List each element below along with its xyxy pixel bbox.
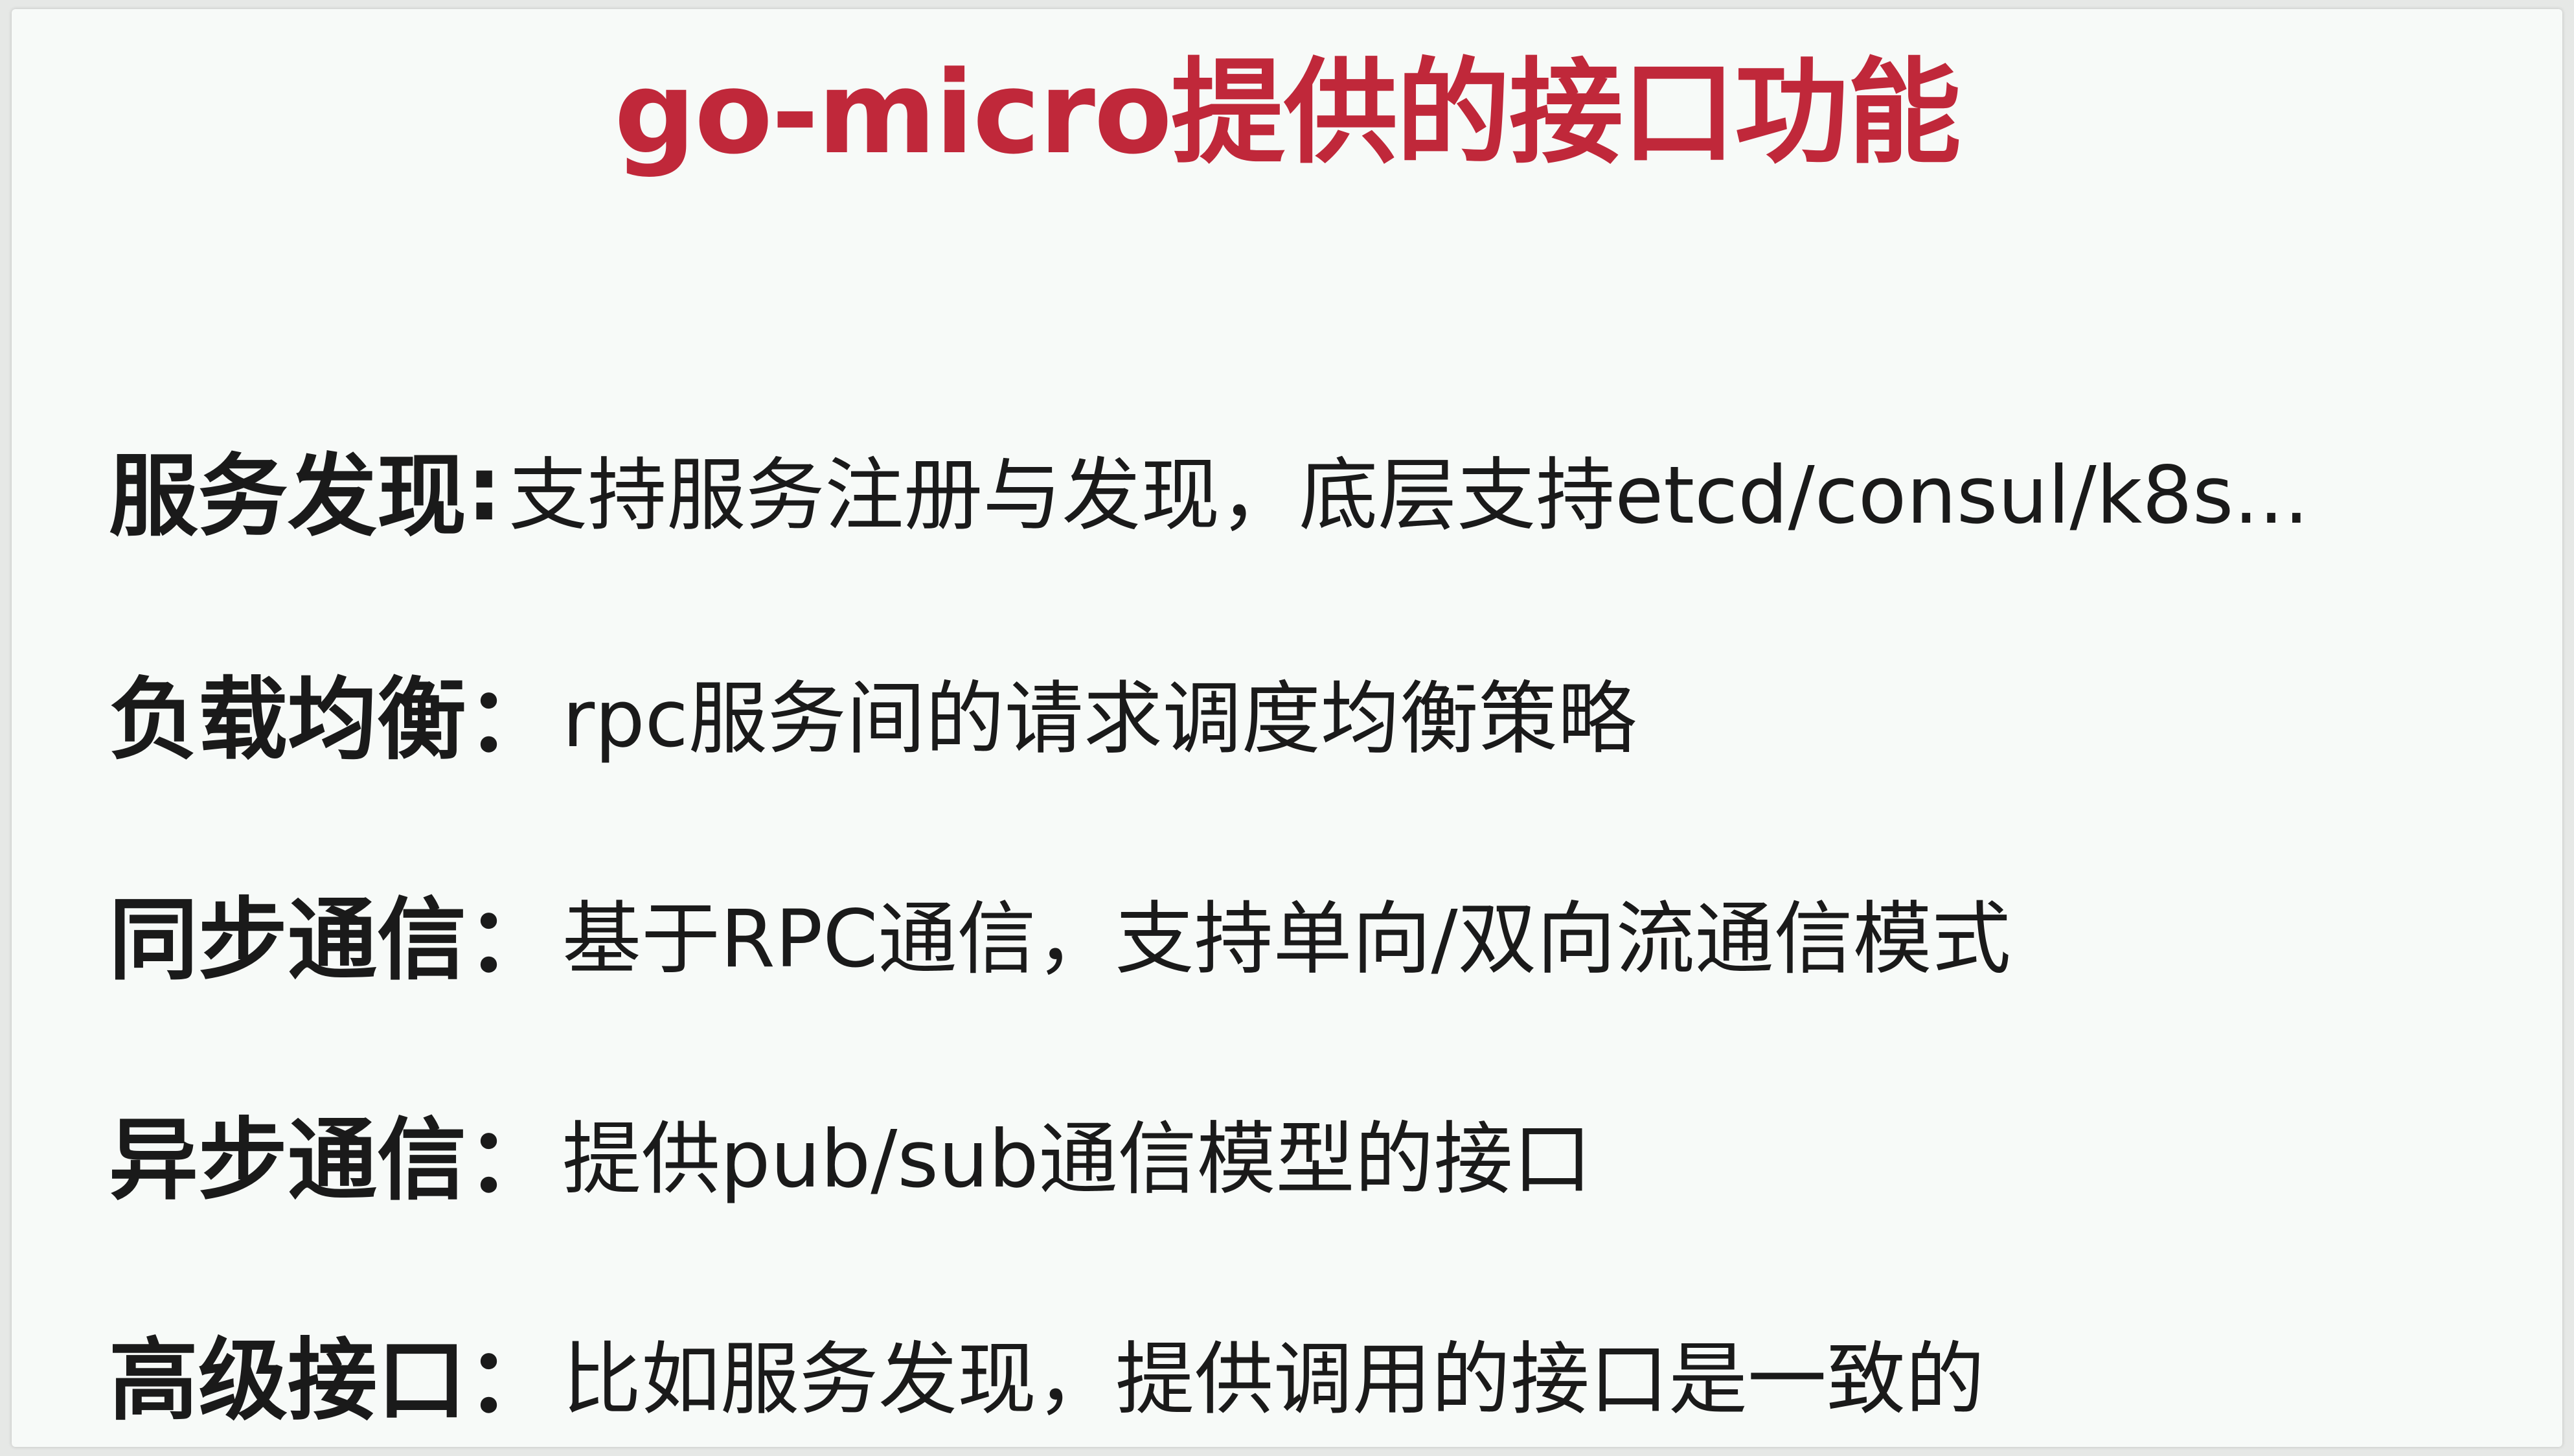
feature-term: 服务发现 [109,444,467,549]
feature-item-sync-communication: 同步通信 ： 基于RPC通信，支持单向/双向流通信模式 [109,867,2011,997]
feature-description: 比如服务发现，提供调用的接口是一致的 [562,1333,1985,1426]
feature-term: 同步通信 [109,888,467,992]
slide-title: go-micro提供的接口功能 [614,47,1961,179]
feature-item-load-balancing: 负载均衡 ： rpc服务间的请求调度均衡策略 [109,647,1637,777]
feature-item-advanced-interface: 高级接口 ： 比如服务发现，提供调用的接口是一致的 [109,1308,1985,1437]
feature-item-async-communication: 异步通信 ： 提供pub/sub通信模型的接口 [109,1087,1592,1217]
feature-separator: ： [466,1328,556,1433]
feature-description: 提供pub/sub通信模型的接口 [562,1113,1592,1205]
feature-separator: ： [466,1108,556,1212]
feature-description: 基于RPC通信，支持单向/双向流通信模式 [562,893,2011,985]
feature-separator: ： [466,668,556,772]
feature-description: rpc服务间的请求调度均衡策略 [562,672,1637,765]
feature-separator: : [466,436,503,541]
feature-term: 负载均衡 [109,668,467,772]
feature-term: 异步通信 [109,1108,467,1212]
feature-description: 支持服务注册与发现，底层支持etcd/consul/k8s... [508,449,2309,541]
slide: go-micro提供的接口功能 服务发现 : 支持服务注册与发现，底层支持etc… [12,9,2562,1447]
feature-item-service-discovery: 服务发现 : 支持服务注册与发现，底层支持etcd/consul/k8s... [109,424,2309,553]
feature-term: 高级接口 [109,1328,467,1433]
feature-separator: ： [466,888,556,992]
